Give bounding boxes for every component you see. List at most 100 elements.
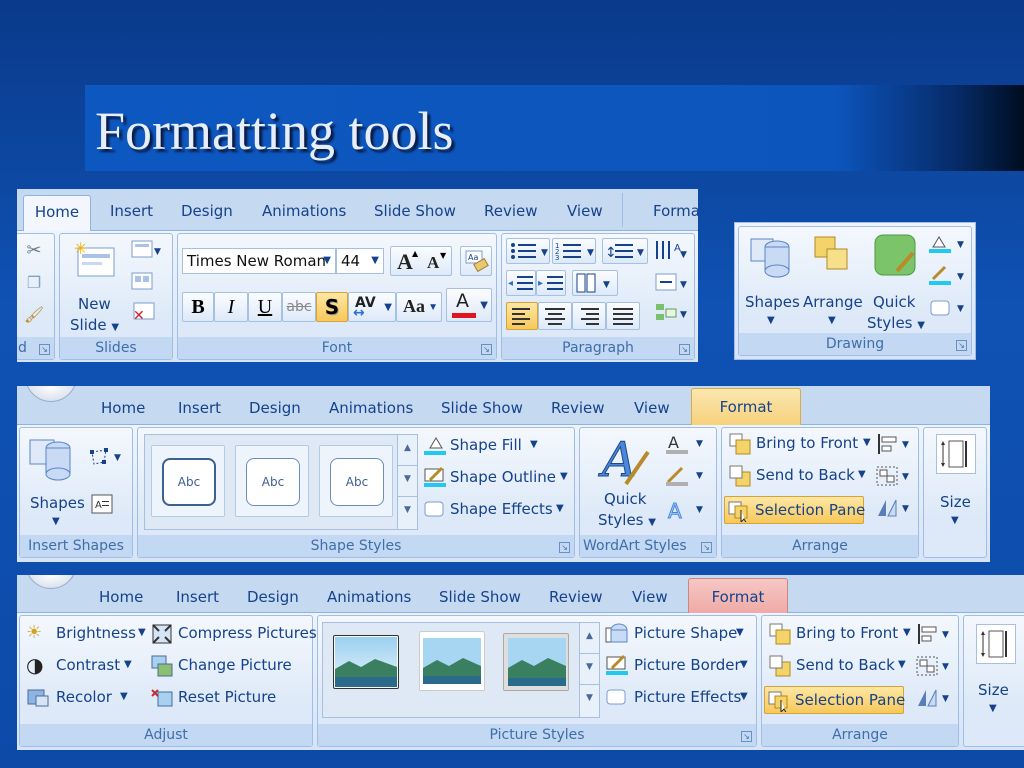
tab-format[interactable]: Format — [688, 578, 788, 614]
selection-pane-button[interactable]: Selection Pane — [724, 496, 865, 524]
tab-design[interactable]: Design — [181, 202, 233, 220]
text-box-icon[interactable]: A — [88, 492, 116, 516]
smartart-icon[interactable]: ▼ — [652, 300, 690, 326]
character-spacing-button[interactable]: AV ↔ ▼ — [348, 292, 396, 322]
underline-button[interactable]: U — [248, 292, 282, 322]
tab-review[interactable]: Review — [484, 202, 538, 220]
shape-style-thumb[interactable]: Abc — [151, 445, 225, 517]
align-right-button[interactable] — [572, 302, 606, 330]
tab-home[interactable]: Home — [23, 195, 91, 232]
tab-design[interactable]: Design — [247, 588, 299, 606]
tab-insert[interactable]: Insert — [178, 399, 221, 417]
paragraph-launcher[interactable]: ↘ — [679, 344, 690, 355]
tab-view[interactable]: View — [634, 399, 670, 417]
shapes-button[interactable]: Shapes ▼ — [24, 432, 85, 532]
tab-animations[interactable]: Animations — [329, 399, 413, 417]
gallery-scrollbar[interactable]: ▲ ▼ ▼ — [397, 435, 417, 529]
shadow-button[interactable]: S — [316, 292, 348, 322]
shape-style-thumb[interactable]: Abc — [235, 445, 309, 517]
bring-to-front-button[interactable]: Bring to Front ▼ — [726, 432, 872, 458]
increase-indent-button[interactable]: ▸ — [536, 270, 566, 296]
layout-icon[interactable]: ▼ — [130, 238, 164, 260]
tab-slide-show[interactable]: Slide Show — [441, 399, 523, 417]
quick-styles-button[interactable]: Quick Styles ▼ — [865, 231, 925, 332]
group-objects-icon[interactable]: ▼ — [874, 464, 916, 488]
shape-fill-icon[interactable]: ▼ — [927, 233, 969, 255]
tab-home[interactable]: Home — [99, 588, 143, 606]
bullets-button[interactable]: ▼ — [506, 238, 550, 264]
format-painter-icon[interactable]: 🖌 — [24, 304, 44, 324]
tab-design[interactable]: Design — [249, 399, 301, 417]
size-button[interactable]: Size ▼ — [928, 432, 984, 532]
drawing-launcher[interactable]: ↘ — [956, 340, 967, 351]
wordart-launcher[interactable]: ↘ — [701, 542, 712, 553]
tab-format[interactable]: Forma — [653, 202, 698, 220]
font-size-select[interactable]: 44 ▼ — [336, 248, 384, 274]
tab-review[interactable]: Review — [549, 588, 603, 606]
text-outline-icon[interactable]: ▼ — [664, 464, 712, 488]
size-button[interactable]: Size ▼ — [968, 620, 1024, 720]
arrange-button[interactable]: Arrange ▼ — [801, 231, 863, 329]
tab-review[interactable]: Review — [551, 399, 605, 417]
line-spacing-button[interactable]: ↕ ▼ — [602, 238, 648, 264]
shape-outline-button[interactable]: Shape Outline ▼ — [422, 466, 570, 492]
tab-insert[interactable]: Insert — [110, 202, 153, 220]
font-color-button[interactable]: A ▼ — [446, 288, 492, 322]
picture-style-thumb[interactable] — [419, 631, 485, 691]
tab-view[interactable]: View — [632, 588, 668, 606]
edit-shape-icon[interactable]: ▼ — [88, 446, 128, 468]
change-picture-button[interactable]: Change Picture — [148, 654, 312, 680]
picture-styles-launcher[interactable]: ↘ — [741, 731, 752, 742]
align-center-button[interactable] — [538, 302, 572, 330]
shape-effects-button[interactable]: Shape Effects ▼ — [422, 498, 570, 524]
shape-fill-button[interactable]: Shape Fill ▼ — [422, 434, 570, 460]
align-icon[interactable]: ▼ — [874, 432, 916, 456]
bring-to-front-button[interactable]: Bring to Front ▼ — [766, 622, 912, 648]
tab-animations[interactable]: Animations — [262, 202, 346, 220]
text-effects-icon[interactable]: A ▼ — [664, 496, 712, 523]
picture-gallery-scrollbar[interactable]: ▲ ▼ ▼ — [579, 623, 599, 717]
tab-slide-show[interactable]: Slide Show — [439, 588, 521, 606]
bold-button[interactable]: B — [182, 292, 214, 322]
cut-icon[interactable]: ✂ — [24, 240, 44, 261]
new-slide-button[interactable]: ✳ New Slide ▼ — [66, 238, 122, 336]
rotate-icon[interactable]: ▼ — [874, 496, 916, 520]
justify-button[interactable] — [606, 302, 640, 330]
font-family-select[interactable]: Times New Roman ▼ — [182, 248, 336, 274]
contrast-button[interactable]: ◑ Contrast ▼ — [24, 653, 142, 680]
brightness-button[interactable]: ☀ Brightness ▼ — [24, 622, 146, 648]
tab-view[interactable]: View — [567, 202, 603, 220]
tab-insert[interactable]: Insert — [176, 588, 219, 606]
clear-formatting-button[interactable]: Aa — [460, 246, 492, 276]
italic-button[interactable]: I — [214, 292, 248, 322]
wordart-quick-styles-button[interactable]: A Quick Styles ▼ — [584, 430, 662, 534]
text-fill-icon[interactable]: A ▼ — [664, 432, 712, 456]
send-to-back-button[interactable]: Send to Back ▼ — [766, 654, 912, 680]
strikethrough-button[interactable]: abc — [282, 292, 316, 322]
text-direction-icon[interactable]: A ▼ — [652, 238, 690, 264]
clipboard-launcher[interactable]: ↘ — [39, 344, 50, 355]
tab-format[interactable]: Format — [691, 388, 801, 426]
numbering-button[interactable]: 1 2 3 ▼ — [552, 238, 596, 264]
compress-pictures-button[interactable]: Compress Pictures — [148, 622, 317, 648]
align-text-icon[interactable]: ▼ — [652, 270, 690, 296]
align-icon[interactable]: ▼ — [914, 622, 956, 646]
columns-button[interactable]: ▼ — [572, 270, 618, 296]
shapes-button[interactable]: Shapes ▼ — [743, 231, 800, 329]
office-button[interactable] — [25, 386, 77, 402]
shape-styles-gallery[interactable]: Abc Abc Abc ▲ ▼ ▼ — [144, 434, 418, 530]
recolor-button[interactable]: Recolor ▼ — [24, 686, 142, 712]
shape-effects-icon[interactable]: ▼ — [927, 297, 969, 319]
grow-font-button[interactable]: A ▲ A ▼ — [390, 246, 452, 276]
tab-slide-show[interactable]: Slide Show — [374, 202, 456, 220]
rotate-icon[interactable]: ▼ — [914, 686, 956, 710]
reset-picture-button[interactable]: Reset Picture — [148, 686, 312, 712]
picture-styles-gallery[interactable]: ▲ ▼ ▼ — [322, 622, 600, 718]
shape-outline-icon[interactable]: ▼ — [927, 265, 969, 287]
group-objects-icon[interactable]: ▼ — [914, 654, 956, 678]
change-case-button[interactable]: Aa ▼ — [396, 292, 442, 322]
selection-pane-button[interactable]: Selection Pane — [764, 686, 905, 714]
delete-slide-icon[interactable]: ✕ — [130, 300, 158, 322]
picture-style-thumb[interactable] — [503, 633, 569, 691]
tab-animations[interactable]: Animations — [327, 588, 411, 606]
